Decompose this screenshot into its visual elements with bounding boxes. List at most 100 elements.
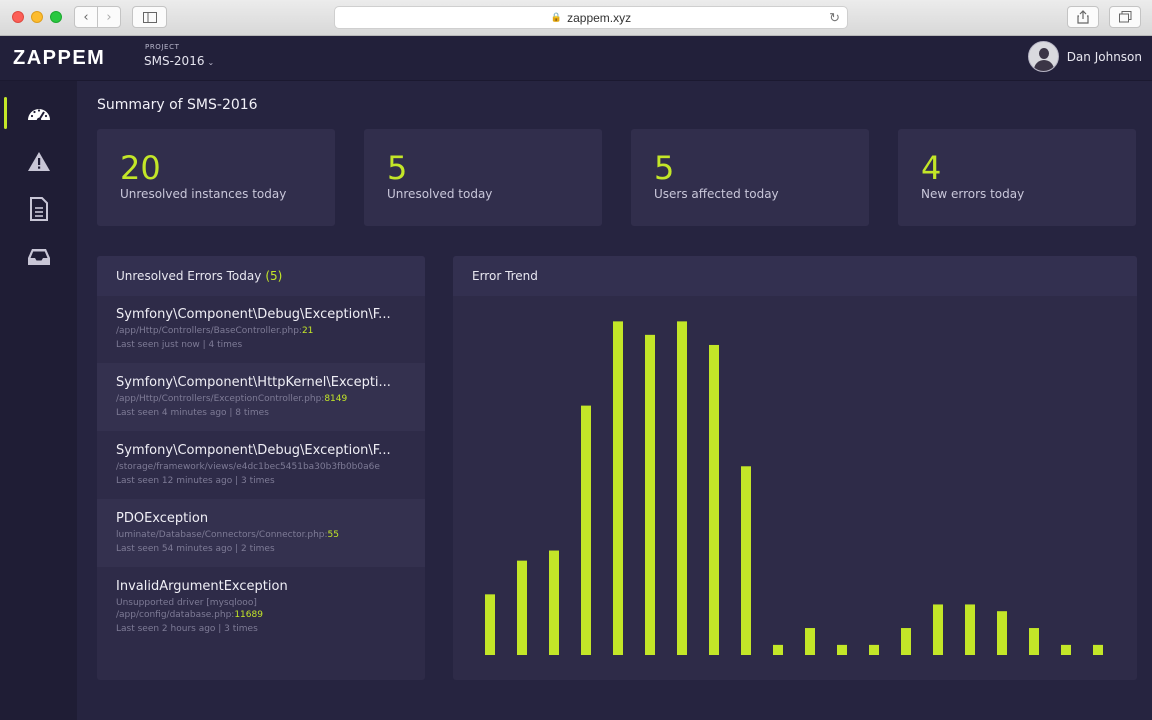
stat-value: 20 — [120, 149, 161, 187]
trend-bar-5[interactable] — [613, 321, 623, 655]
stat-value: 5 — [654, 149, 675, 187]
inbox-icon — [27, 249, 50, 265]
trend-bar-12[interactable] — [837, 644, 847, 655]
chevron-right-icon: › — [106, 9, 112, 25]
trend-bar-8[interactable] — [709, 344, 719, 655]
error-trend-chart — [453, 296, 1137, 680]
error-title: Symfony\Component\Debug\Exception\F... — [116, 443, 391, 458]
panel-header: Unresolved Errors Today (5) — [97, 256, 425, 296]
url-text: zappem.xyz — [567, 10, 632, 25]
sidebar-item-inbox[interactable] — [0, 239, 77, 275]
error-meta: Last seen 4 minutes ago | 8 times — [116, 408, 269, 418]
stat-card-users-affected[interactable]: 5 Users affected today — [631, 129, 869, 226]
share-button[interactable] — [1067, 6, 1099, 28]
sidebar-item-dashboard[interactable] — [0, 95, 77, 131]
error-list-item[interactable]: Symfony\Component\Debug\Exception\F... /… — [97, 296, 425, 363]
panel-title: Error Trend — [472, 269, 538, 283]
trend-bar-3[interactable] — [549, 550, 559, 655]
address-bar[interactable]: 🔒 zappem.xyz ↻ — [334, 6, 848, 29]
error-meta: Last seen 12 minutes ago | 3 times — [116, 476, 275, 486]
stat-card-unresolved-today[interactable]: 5 Unresolved today — [364, 129, 602, 226]
trend-bar-13[interactable] — [869, 644, 879, 655]
trend-bar-11[interactable] — [805, 628, 815, 655]
document-icon — [29, 197, 48, 221]
trend-bar-1[interactable] — [485, 594, 495, 655]
error-path: luminate/Database/Connectors/Connector.p… — [116, 530, 339, 540]
panel-title: Unresolved Errors Today — [116, 269, 262, 283]
trend-bar-17[interactable] — [997, 611, 1007, 655]
error-trend-svg — [485, 321, 1103, 655]
stat-card-unresolved-instances[interactable]: 20 Unresolved instances today — [97, 129, 335, 226]
error-count-badge: (5) — [265, 269, 283, 283]
chevron-down-icon: ⌄ — [207, 58, 215, 67]
sidebar-item-documents[interactable] — [0, 191, 77, 227]
error-title: Symfony\Component\Debug\Exception\F... — [116, 307, 391, 322]
trend-bar-16[interactable] — [965, 604, 975, 655]
unresolved-errors-panel: Unresolved Errors Today (5) Symfony\Comp… — [97, 256, 425, 680]
error-list-item[interactable]: Symfony\Component\Debug\Exception\F... /… — [97, 431, 425, 499]
sidebar-item-errors[interactable] — [0, 143, 77, 179]
trend-bar-20[interactable] — [1093, 644, 1103, 655]
avatar — [1027, 41, 1059, 72]
stat-label: Unresolved instances today — [120, 187, 287, 201]
error-list-item[interactable]: Symfony\Component\HttpKernel\Excepti... … — [97, 363, 425, 431]
zoom-window-button[interactable] — [50, 11, 62, 23]
trend-bar-18[interactable] — [1029, 628, 1039, 655]
project-name: SMS-2016 — [144, 54, 205, 68]
close-window-button[interactable] — [12, 11, 24, 23]
error-meta: Last seen 54 minutes ago | 2 times — [116, 544, 275, 554]
error-meta: Last seen just now | 4 times — [116, 340, 243, 350]
warning-icon — [27, 151, 50, 171]
error-title: Symfony\Component\HttpKernel\Excepti... — [116, 375, 391, 390]
error-path: /app/Http/Controllers/BaseController.php… — [116, 326, 314, 336]
error-detail: Unsupported driver [mysqlooo] — [116, 598, 257, 608]
forward-button[interactable]: › — [97, 6, 121, 28]
trend-bar-15[interactable] — [933, 604, 943, 655]
minimize-window-button[interactable] — [31, 11, 43, 23]
error-list-item[interactable]: PDOException luminate/Database/Connector… — [97, 499, 425, 567]
stat-label: Users affected today — [654, 187, 779, 201]
trend-bar-6[interactable] — [645, 334, 655, 655]
dashboard-icon — [27, 109, 50, 123]
trend-bar-7[interactable] — [677, 321, 687, 655]
app-header: ZAPPEM PROJECT SMS-2016 ⌄ Dan Johnson — [0, 36, 1152, 81]
user-menu[interactable]: Dan Johnson — [1027, 41, 1142, 72]
trend-bar-2[interactable] — [517, 560, 527, 655]
error-meta: Last seen 2 hours ago | 3 times — [116, 624, 258, 634]
sidebar-icon — [142, 11, 157, 23]
chevron-left-icon: ‹ — [83, 9, 89, 25]
main-content: Summary of SMS-2016 20 Unresolved instan… — [77, 81, 1152, 720]
stat-label: Unresolved today — [387, 187, 493, 201]
sidebar — [0, 81, 77, 720]
panel-header: Error Trend — [453, 256, 1137, 296]
error-title: PDOException — [116, 511, 209, 526]
project-selector[interactable]: SMS-2016 ⌄ — [144, 54, 214, 68]
project-label: PROJECT — [145, 43, 180, 51]
error-list-item[interactable]: InvalidArgumentException Unsupported dri… — [97, 567, 425, 651]
trend-bar-9[interactable] — [741, 466, 751, 655]
share-icon — [1077, 10, 1089, 24]
trend-bar-14[interactable] — [901, 628, 911, 655]
page-title: Summary of SMS-2016 — [97, 97, 258, 113]
back-button[interactable]: ‹ — [74, 6, 98, 28]
tabs-icon — [1118, 11, 1131, 23]
error-title: InvalidArgumentException — [116, 579, 288, 594]
sidebar-toggle-button[interactable] — [132, 6, 167, 28]
stat-card-new-errors[interactable]: 4 New errors today — [898, 129, 1136, 226]
error-trend-panel: Error Trend — [453, 256, 1137, 680]
tabs-button[interactable] — [1109, 6, 1141, 28]
app-logo[interactable]: ZAPPEM — [13, 47, 105, 70]
user-name: Dan Johnson — [1066, 49, 1142, 64]
browser-toolbar: ‹ › 🔒 zappem.xyz ↻ — [0, 0, 1152, 36]
error-path: /storage/framework/views/e4dc1bec5451ba3… — [116, 462, 380, 472]
trend-bar-19[interactable] — [1061, 644, 1071, 655]
reload-icon[interactable]: ↻ — [829, 10, 840, 26]
stat-label: New errors today — [921, 187, 1025, 201]
trend-bar-10[interactable] — [773, 644, 783, 655]
error-path: /app/config/database.php:11689 — [116, 610, 263, 620]
stat-value: 5 — [387, 149, 408, 187]
error-path: /app/Http/Controllers/ExceptionControlle… — [116, 394, 348, 404]
trend-bar-4[interactable] — [581, 405, 591, 655]
lock-icon: 🔒 — [550, 12, 563, 22]
stat-value: 4 — [921, 149, 942, 187]
